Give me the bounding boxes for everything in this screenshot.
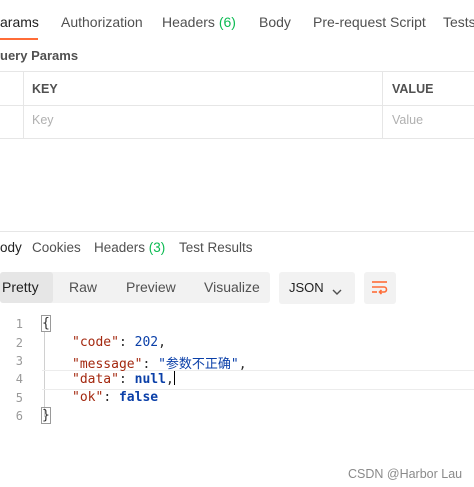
active-tab-indicator <box>0 38 38 40</box>
json-key: "ok" <box>72 390 104 405</box>
param-key-input[interactable]: Key <box>32 113 54 127</box>
json-key: "code" <box>72 335 119 350</box>
format-dropdown-value: JSON <box>289 280 324 295</box>
tab-pre-request-script[interactable]: Pre-request Script <box>313 14 426 30</box>
params-header-key: KEY <box>32 82 58 96</box>
params-table-bottom-border <box>0 138 474 139</box>
json-value: 202 <box>134 335 159 350</box>
code-line: "message": "参数不正确", <box>72 357 247 372</box>
code-line: { <box>41 315 51 332</box>
json-comma: , <box>238 357 247 372</box>
tab-response-body[interactable]: ody <box>0 240 22 255</box>
line-number: 6 <box>15 409 23 423</box>
wrap-lines-button[interactable] <box>364 272 396 304</box>
text-cursor <box>173 371 175 385</box>
open-brace: { <box>41 315 51 332</box>
text-wrap-icon <box>371 280 389 301</box>
tab-response-headers-count: (3) <box>148 240 166 255</box>
json-key: "data" <box>72 372 119 387</box>
view-mode-visualize-button[interactable]: Visualize <box>204 279 260 295</box>
json-value: null <box>134 372 166 387</box>
tab-tests[interactable]: Tests <box>443 14 474 30</box>
line-number: 1 <box>15 317 23 331</box>
query-params-title: uery Params <box>0 48 79 63</box>
tab-headers-count: (6) <box>218 14 236 30</box>
tab-body[interactable]: Body <box>259 14 291 30</box>
chevron-down-icon <box>332 283 342 301</box>
response-pane-divider <box>0 231 474 232</box>
code-line: } <box>41 407 51 424</box>
tab-headers-label: Headers <box>162 14 215 30</box>
view-mode-preview-button[interactable]: Preview <box>126 279 176 295</box>
json-value: "参数不正确" <box>158 357 239 372</box>
watermark-text: CSDN @Harbor Lau <box>348 467 463 481</box>
tab-response-headers-label: Headers <box>94 240 146 255</box>
view-mode-raw-button[interactable]: Raw <box>69 279 97 295</box>
tab-authorization[interactable]: Authorization <box>61 14 143 30</box>
code-line: "data": null, <box>72 371 175 387</box>
tab-response-headers[interactable]: Headers (3) <box>94 240 165 255</box>
tab-test-results[interactable]: Test Results <box>179 240 253 255</box>
params-table-top-border <box>0 71 474 72</box>
json-comma: , <box>158 335 166 350</box>
line-number: 2 <box>15 336 23 350</box>
tab-params[interactable]: arams <box>0 14 39 30</box>
json-key: "message" <box>72 357 143 372</box>
json-comma: , <box>165 372 174 387</box>
line-number: 5 <box>15 391 23 405</box>
close-brace: } <box>41 407 51 424</box>
view-mode-pretty-button[interactable]: Pretty <box>0 272 53 303</box>
tab-headers[interactable]: Headers (6) <box>162 14 236 30</box>
code-line: "code": 202, <box>72 335 166 350</box>
json-value: false <box>118 390 159 405</box>
line-number: 4 <box>15 372 23 386</box>
code-line: "ok": false <box>72 390 159 405</box>
tab-cookies[interactable]: Cookies <box>32 240 81 255</box>
params-header-value: VALUE <box>392 82 434 96</box>
line-number: 3 <box>15 354 23 368</box>
param-value-input[interactable]: Value <box>392 113 423 127</box>
params-header-border <box>0 105 474 106</box>
format-dropdown[interactable]: JSON <box>279 272 355 304</box>
view-mode-pretty-label: Pretty <box>2 279 39 295</box>
